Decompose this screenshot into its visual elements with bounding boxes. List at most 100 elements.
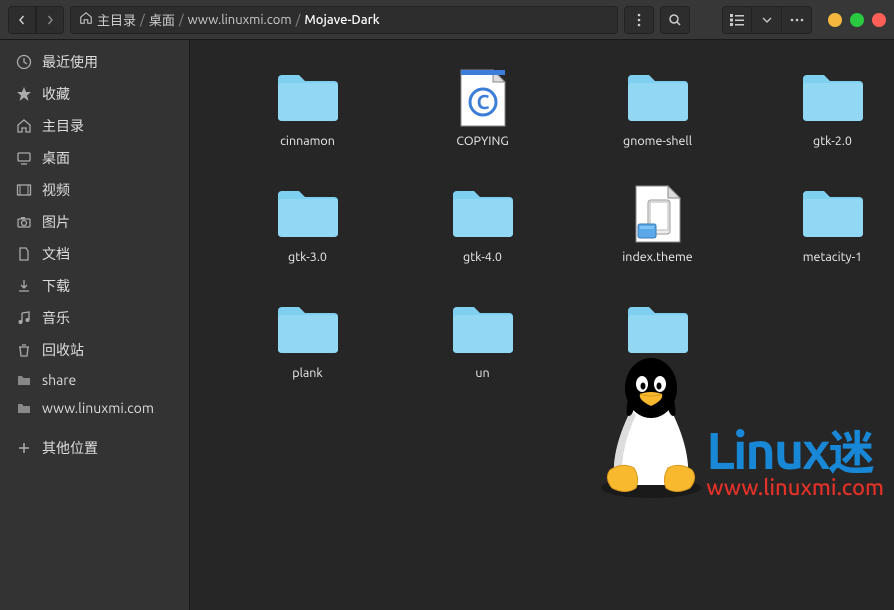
folder-icon bbox=[800, 187, 866, 241]
titlebar: 主目录 / 桌面 / www.linuxmi.com / Mojave-Dark bbox=[0, 0, 894, 40]
forward-button[interactable] bbox=[36, 6, 64, 34]
grid-item-label: gtk-2.0 bbox=[813, 134, 852, 148]
grid-item-x[interactable]: x bbox=[570, 292, 745, 388]
theme-file-icon bbox=[634, 184, 682, 244]
sidebar-item-7[interactable]: 下载 bbox=[0, 270, 189, 302]
doc-icon bbox=[16, 246, 32, 262]
folder-icon bbox=[450, 187, 516, 241]
sidebar-item-4[interactable]: 视频 bbox=[0, 174, 189, 206]
grid-item-gtk-4.0[interactable]: gtk-4.0 bbox=[395, 176, 570, 272]
folder-icon bbox=[625, 303, 691, 357]
grid-item-label: gtk-4.0 bbox=[463, 250, 502, 264]
desktop-icon bbox=[16, 150, 32, 166]
folder-icon bbox=[275, 71, 341, 125]
sidebar-item-label: share bbox=[42, 372, 76, 388]
grid-item-label: un bbox=[475, 366, 489, 380]
window-controls bbox=[828, 13, 886, 27]
sidebar-item-8[interactable]: 音乐 bbox=[0, 302, 189, 334]
sidebar-item-label: 回收站 bbox=[42, 340, 84, 360]
close-button[interactable] bbox=[872, 13, 886, 27]
path-segment[interactable]: 桌面 bbox=[149, 10, 175, 29]
sidebar-item-0[interactable]: 最近使用 bbox=[0, 46, 189, 78]
path-segment-current[interactable]: Mojave-Dark bbox=[304, 13, 379, 27]
path-bar[interactable]: 主目录 / 桌面 / www.linuxmi.com / Mojave-Dark bbox=[70, 6, 618, 34]
download-icon bbox=[16, 278, 32, 294]
sidebar-item-5[interactable]: 图片 bbox=[0, 206, 189, 238]
sidebar-item-6[interactable]: 文档 bbox=[0, 238, 189, 270]
path-segment[interactable]: 主目录 bbox=[97, 10, 136, 29]
home-icon bbox=[79, 11, 93, 28]
sidebar-item-12[interactable]: 其他位置 bbox=[0, 432, 189, 464]
path-separator: / bbox=[296, 13, 301, 27]
trash-icon bbox=[16, 342, 32, 358]
sidebar-item-label: 图片 bbox=[42, 212, 70, 232]
sidebar-item-label: 最近使用 bbox=[42, 52, 98, 72]
video-icon bbox=[16, 182, 32, 198]
search-button[interactable] bbox=[660, 6, 690, 34]
view-dropdown-button[interactable] bbox=[752, 6, 782, 34]
sidebar-item-label: 视频 bbox=[42, 180, 70, 200]
sidebar-item-label: 文档 bbox=[42, 244, 70, 264]
sidebar-item-1[interactable]: 收藏 bbox=[0, 78, 189, 110]
grid-item-metacity-1[interactable]: metacity-1 bbox=[745, 176, 894, 272]
clock-icon bbox=[16, 54, 32, 70]
star-icon bbox=[16, 86, 32, 102]
grid-item-COPYING[interactable]: COPYING bbox=[395, 60, 570, 156]
sidebar-item-11[interactable]: www.linuxmi.com bbox=[0, 394, 189, 422]
folder-icon bbox=[625, 71, 691, 125]
sidebar-item-label: www.linuxmi.com bbox=[42, 400, 154, 416]
sidebar-item-label: 主目录 bbox=[42, 116, 84, 136]
grid-item-label: gtk-3.0 bbox=[288, 250, 327, 264]
folder-icon bbox=[16, 372, 32, 388]
grid-item-index.theme[interactable]: index.theme bbox=[570, 176, 745, 272]
content-area[interactable]: cinnamon COPYING gnome-shell gtk-2.0 gtk-3.0… bbox=[190, 40, 894, 610]
maximize-button[interactable] bbox=[850, 13, 864, 27]
sidebar-item-label: 下载 bbox=[42, 276, 70, 296]
folder-icon bbox=[16, 400, 32, 416]
sidebar-item-10[interactable]: share bbox=[0, 366, 189, 394]
path-segment[interactable]: www.linuxmi.com bbox=[188, 13, 292, 27]
watermark-title-cn: 迷 bbox=[828, 417, 872, 483]
sidebar-item-label: 其他位置 bbox=[42, 438, 98, 458]
grid-item-cinnamon[interactable]: cinnamon bbox=[220, 60, 395, 156]
grid-item-label: gnome-shell bbox=[623, 134, 692, 148]
folder-icon bbox=[275, 187, 341, 241]
grid-item-un[interactable]: un bbox=[395, 292, 570, 388]
grid-item-label: metacity-1 bbox=[803, 250, 862, 264]
camera-icon bbox=[16, 214, 32, 230]
grid-item-gtk-2.0[interactable]: gtk-2.0 bbox=[745, 60, 894, 156]
grid-item-label: cinnamon bbox=[280, 134, 335, 148]
sidebar: 最近使用收藏主目录桌面视频图片文档下载音乐回收站 share www.linuxmi… bbox=[0, 40, 190, 610]
path-separator: / bbox=[140, 13, 145, 27]
folder-icon bbox=[800, 71, 866, 125]
grid-item-gnome-shell[interactable]: gnome-shell bbox=[570, 60, 745, 156]
sidebar-item-label: 音乐 bbox=[42, 308, 70, 328]
sidebar-item-3[interactable]: 桌面 bbox=[0, 142, 189, 174]
sidebar-item-label: 收藏 bbox=[42, 84, 70, 104]
watermark-title-en: Linux bbox=[706, 421, 828, 479]
minimize-button[interactable] bbox=[828, 13, 842, 27]
view-toggle-group bbox=[722, 6, 812, 34]
watermark-url: www.linuxmi.com bbox=[706, 475, 884, 500]
copying-file-icon bbox=[459, 68, 507, 128]
music-icon bbox=[16, 310, 32, 326]
folder-icon bbox=[450, 303, 516, 357]
grid-item-plank[interactable]: plank bbox=[220, 292, 395, 388]
icon-grid: cinnamon COPYING gnome-shell gtk-2.0 gtk-3.0… bbox=[220, 60, 864, 388]
grid-item-label: plank bbox=[292, 366, 323, 380]
home-icon bbox=[16, 118, 32, 134]
back-button[interactable] bbox=[8, 6, 36, 34]
sidebar-item-9[interactable]: 回收站 bbox=[0, 334, 189, 366]
list-view-button[interactable] bbox=[722, 6, 752, 34]
menu-button[interactable] bbox=[624, 6, 654, 34]
plus-icon bbox=[16, 440, 32, 456]
folder-icon bbox=[275, 303, 341, 357]
more-button[interactable] bbox=[782, 6, 812, 34]
grid-item-label: x bbox=[654, 366, 660, 380]
path-separator: / bbox=[179, 13, 184, 27]
grid-item-label: COPYING bbox=[456, 134, 508, 148]
sidebar-item-2[interactable]: 主目录 bbox=[0, 110, 189, 142]
grid-item-label: index.theme bbox=[622, 250, 692, 264]
sidebar-item-label: 桌面 bbox=[42, 148, 70, 168]
grid-item-gtk-3.0[interactable]: gtk-3.0 bbox=[220, 176, 395, 272]
